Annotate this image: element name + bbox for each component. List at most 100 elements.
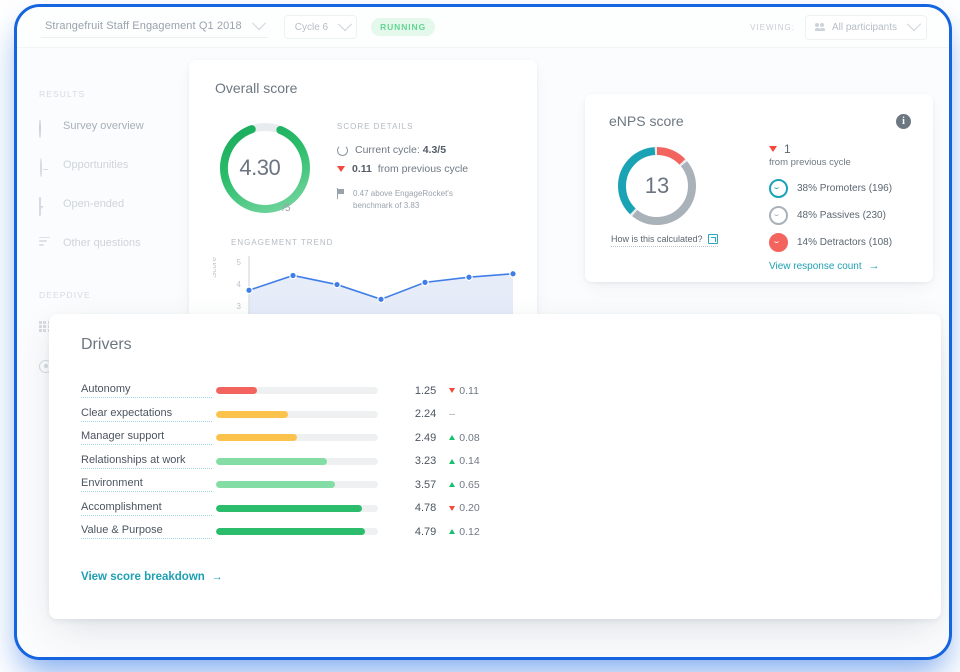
driver-score: 1.25 [414, 384, 437, 397]
enps-donut-chart: 13 [613, 142, 701, 230]
arrow-right-icon: → [211, 570, 223, 583]
driver-delta: 0.14 [449, 455, 501, 467]
legend-item-promoters: 38% Promoters (196) [769, 179, 929, 198]
engagement-trend-heading: ENGAGEMENT TREND [231, 238, 334, 247]
legend-item-passives: 48% Passives (230) [769, 206, 929, 225]
drivers-title: Drivers [81, 336, 132, 353]
sidebar-item-label: Other questions [63, 237, 141, 249]
view-score-breakdown-link[interactable]: View score breakdown → [81, 571, 223, 583]
driver-name-link[interactable]: Clear expectations [81, 407, 213, 422]
driver-row: Relationships at work 3.23 0.14 [81, 450, 501, 474]
y-tick: 3 [236, 302, 241, 311]
enps-title: eNPS score [609, 113, 684, 129]
driver-delta: 0.65 [449, 479, 501, 491]
flag-icon [337, 188, 346, 199]
sidebar-item-open-ended[interactable]: Open-ended [39, 191, 187, 217]
bulb-icon [39, 157, 52, 177]
trend-point [377, 295, 385, 304]
overall-score-title: Overall score [215, 80, 298, 96]
trend-point [509, 269, 517, 278]
triangle-down-icon [337, 166, 345, 172]
driver-bar-fill [216, 481, 335, 489]
driver-bar-fill [216, 528, 366, 536]
driver-bar-track [216, 457, 379, 465]
app-window-inner: Strangefruit Staff Engagement Q1 2018 Cy… [17, 7, 949, 657]
trend-point [245, 286, 253, 295]
overall-score-gauge: 4.30 /5 [215, 118, 315, 218]
trend-line-svg [245, 256, 517, 320]
driver-bar-fill [216, 504, 363, 512]
trend-point [289, 271, 297, 280]
driver-bar-track [216, 504, 379, 512]
driver-bar-track [216, 528, 379, 536]
arrow-right-icon: → [868, 260, 880, 272]
external-link-icon [707, 234, 718, 244]
chevron-down-icon [251, 15, 266, 30]
survey-selector[interactable]: Strangefruit Staff Engagement Q1 2018 [41, 15, 268, 38]
benchmark-row: 0.47 above EngageRocket's benchmark of 3.… [337, 188, 522, 211]
driver-name-link[interactable]: Accomplishment [81, 501, 213, 516]
survey-title: Strangefruit Staff Engagement Q1 2018 [45, 19, 242, 32]
triangle-up-icon [449, 458, 456, 464]
gauge-value: 4.30 [239, 155, 281, 180]
trend-point [421, 278, 429, 287]
driver-row: Accomplishment 4.78 0.20 [81, 497, 501, 521]
view-score-breakdown-label: View score breakdown [81, 571, 205, 583]
chevron-down-icon [906, 17, 922, 32]
triangle-down-icon [449, 388, 456, 394]
y-tick: 4 [236, 280, 241, 289]
smiley-passive-icon [769, 206, 788, 225]
legend-label: 38% Promoters (196) [797, 183, 893, 194]
driver-name-link[interactable]: Autonomy [81, 383, 213, 399]
overall-score-card: Overall score 4.30 /5 SCORE DETAILS Curr… [189, 60, 537, 320]
driver-delta: 0.08 [449, 432, 501, 444]
view-response-count-link[interactable]: View response count → [769, 260, 929, 273]
participants-selector[interactable]: All participants [804, 14, 927, 40]
driver-bar-track [216, 434, 379, 442]
score-details: SCORE DETAILS Current cycle: 4.3/5 0.11 … [337, 122, 522, 211]
driver-delta: 0.12 [449, 526, 501, 538]
sidebar-item-other-questions[interactable]: Other questions [39, 230, 187, 256]
top-bar: Strangefruit Staff Engagement Q1 2018 Cy… [17, 7, 949, 48]
chevron-down-icon [338, 17, 353, 32]
current-cycle-value: 4.3/5 [422, 144, 447, 156]
driver-score: 3.57 [414, 478, 437, 491]
driver-delta: 0.20 [449, 502, 501, 514]
app-window-frame: Strangefruit Staff Engagement Q1 2018 Cy… [14, 4, 952, 660]
trend-point [333, 280, 341, 289]
sidebar-item-survey-overview[interactable]: Survey overview [39, 113, 187, 139]
enps-delta-value: 1 [784, 142, 791, 156]
info-icon[interactable]: i [896, 114, 911, 129]
trend-y-ticks: 5 4 3 [231, 258, 241, 311]
delta-suffix: from previous cycle [377, 163, 469, 175]
driver-name-link[interactable]: Environment [81, 477, 213, 493]
delta-value: 0.11 [352, 163, 372, 175]
triangle-down-icon [769, 146, 777, 152]
ring-icon [337, 144, 348, 156]
driver-delta: – [449, 408, 456, 421]
sidebar-item-opportunities[interactable]: Opportunities [39, 152, 187, 178]
driver-bar-fill [216, 434, 298, 442]
score-details-heading: SCORE DETAILS [337, 122, 414, 131]
driver-row: Clear expectations 2.24– [81, 403, 501, 427]
cycle-label: Cycle 6 [294, 21, 329, 33]
sidebar-item-label: Survey overview [63, 120, 144, 132]
trend-y-axis-label: Score [213, 257, 218, 278]
driver-bar-fill [216, 410, 288, 418]
status-badge: RUNNING [371, 18, 436, 36]
driver-name-link[interactable]: Value & Purpose [81, 524, 213, 540]
ring-icon [39, 118, 52, 138]
how-is-this-calculated-link[interactable]: How is this calculated? [611, 234, 718, 247]
triangle-down-icon [449, 505, 456, 511]
current-cycle-label: Current cycle: [355, 144, 423, 156]
driver-name-link[interactable]: Relationships at work [81, 454, 213, 469]
driver-bar-fill [216, 457, 327, 465]
app-viewport: Strangefruit Staff Engagement Q1 2018 Cy… [17, 7, 949, 657]
driver-bar-track [216, 481, 379, 489]
enps-delta-sub: from previous cycle [769, 157, 851, 168]
screenshot-root: Strangefruit Staff Engagement Q1 2018 Cy… [0, 0, 960, 672]
cycle-selector[interactable]: Cycle 6 [283, 15, 358, 39]
driver-name-link[interactable]: Manager support [81, 430, 213, 446]
engagement-trend-chart: Score 5 4 3 [213, 256, 521, 320]
driver-delta: 0.11 [449, 385, 501, 397]
